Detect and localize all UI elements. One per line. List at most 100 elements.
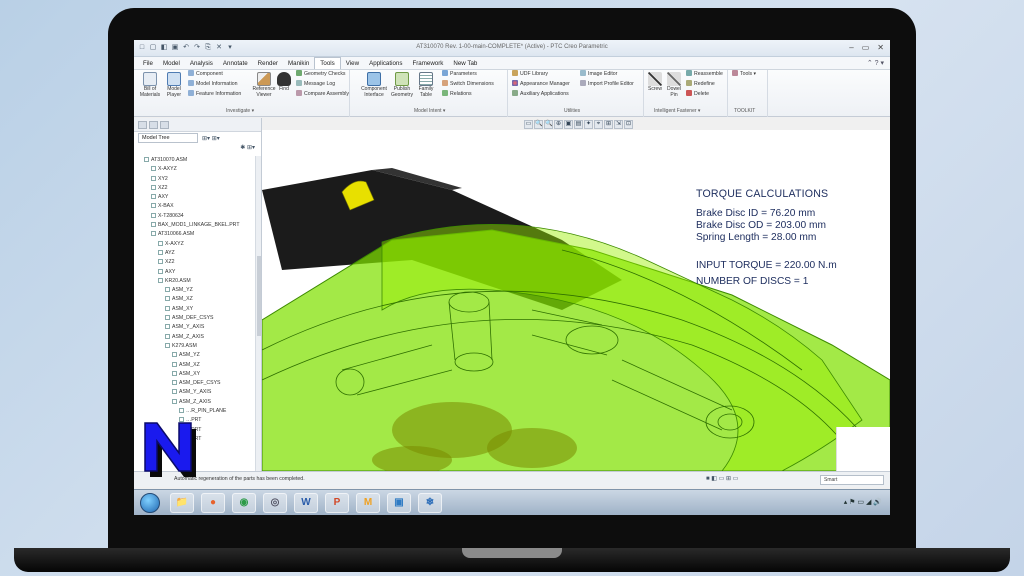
tree-item[interactable]: ASM_XZ	[134, 361, 256, 370]
taskbar-powerpoint-button[interactable]: P	[325, 493, 349, 513]
tree-item[interactable]: X-AXYZ	[134, 165, 256, 174]
appearance-manager-button[interactable]: Appearance Manager	[512, 80, 570, 89]
screw-button[interactable]: Screw	[646, 70, 664, 93]
family-table-button[interactable]: Family Table	[414, 70, 438, 98]
geometry-checks-button[interactable]: Geometry Checks	[296, 70, 346, 79]
intelligent-fastener-group-label[interactable]: Intelligent Fastener ▾	[654, 108, 700, 114]
component-info-button[interactable]: Component	[188, 70, 223, 79]
view-toolbar-button[interactable]: 🔍	[544, 120, 553, 129]
taskbar-creo-button[interactable]: ❄	[418, 493, 442, 513]
switch-dimensions-button[interactable]: Switch Dimensions	[442, 80, 494, 89]
tree-selector[interactable]: Model Tree	[138, 133, 198, 143]
tree-item[interactable]: XY2	[134, 175, 256, 184]
tree-item[interactable]: AXY	[134, 193, 256, 202]
dowel-pin-button[interactable]: Dowel Pin	[664, 70, 684, 98]
message-log-button[interactable]: Message Log	[296, 80, 335, 89]
start-button[interactable]	[140, 493, 160, 513]
view-toolbar-button[interactable]: ⊡	[624, 120, 633, 129]
investigate-group-label[interactable]: Investigate ▾	[226, 108, 254, 114]
tree-item[interactable]: ASM_Y_AXIS	[134, 323, 256, 332]
tree-item[interactable]: X-BAX	[134, 202, 256, 211]
tree-item[interactable]: XZ2	[134, 258, 256, 267]
tab-manikin[interactable]: Manikin	[283, 57, 314, 70]
taskbar-screen-button[interactable]: ▣	[387, 493, 411, 513]
tab-favorites[interactable]	[160, 121, 169, 129]
model-player-button[interactable]: Model Player	[162, 70, 186, 98]
scroll-thumb[interactable]	[257, 256, 261, 336]
auxiliary-applications-button[interactable]: Auxiliary Applications	[512, 90, 569, 99]
publish-geometry-button[interactable]: Publish Geometry	[390, 70, 414, 98]
toolkit-tools-button[interactable]: Tools ▾	[732, 70, 756, 79]
relations-button[interactable]: Relations	[442, 90, 472, 99]
taskbar-explorer-button[interactable]: 📁	[170, 493, 194, 513]
feature-information-button[interactable]: Feature Information	[188, 90, 241, 99]
tree-item[interactable]: AT310070.ASM	[134, 156, 256, 165]
view-toolbar-button[interactable]: ⊕	[554, 120, 563, 129]
view-toolbar-button[interactable]: 🔍	[534, 120, 543, 129]
view-toolbar-button[interactable]: ▭	[524, 120, 533, 129]
reference-viewer-button[interactable]: Reference Viewer	[252, 70, 276, 98]
tab-tools[interactable]: Tools	[314, 57, 341, 69]
close-button[interactable]: ✕	[877, 42, 884, 53]
tree-item[interactable]: XZ2	[134, 184, 256, 193]
find-button[interactable]: Find	[276, 70, 292, 93]
tree-item[interactable]: …R_PIN_PLANE	[134, 407, 256, 416]
delete-button[interactable]: Delete	[686, 90, 709, 99]
tree-item[interactable]: ASM_DEF_CSYS	[134, 379, 256, 388]
taskbar-binoculars-button[interactable]: ◎	[263, 493, 287, 513]
view-toolbar-button[interactable]: ▣	[564, 120, 573, 129]
tree-item[interactable]: ASM_Z_AXIS	[134, 398, 256, 407]
tab-folder-browser[interactable]	[149, 121, 158, 129]
taskbar-chrome-button[interactable]: ◉	[232, 493, 256, 513]
tab-model[interactable]: Model	[158, 57, 185, 70]
tree-item[interactable]: ASM_XY	[134, 370, 256, 379]
tree-item[interactable]: ASM_DEF_CSYS	[134, 314, 256, 323]
view-toolbar-button[interactable]: ⊞	[604, 120, 613, 129]
tab-framework[interactable]: Framework	[407, 57, 448, 70]
parameters-button[interactable]: Parameters	[442, 70, 477, 79]
model-intent-group-label[interactable]: Model Intent ▾	[414, 108, 445, 114]
tab-annotate[interactable]: Annotate	[218, 57, 253, 70]
graphics-viewport[interactable]: TORQUE CALCULATIONS Brake Disc ID = 76.2…	[262, 130, 890, 471]
tab-model-tree[interactable]	[138, 121, 147, 129]
view-toolbar-button[interactable]: ✦	[584, 120, 593, 129]
tab-render[interactable]: Render	[253, 57, 283, 70]
view-toolbar-button[interactable]: ▤	[574, 120, 583, 129]
component-interface-button[interactable]: Component Interface	[360, 70, 388, 98]
model-information-button[interactable]: Model Information	[188, 80, 238, 89]
help-icons[interactable]: ⌃ ? ▾	[867, 59, 884, 67]
tree-item[interactable]: AYZ	[134, 249, 256, 258]
redefine-button[interactable]: Redefine	[686, 80, 715, 89]
image-editor-button[interactable]: Image Editor	[580, 70, 617, 79]
tree-item[interactable]: BAX_MOD1_LINKAGE_BKEL.PRT	[134, 221, 256, 230]
tree-item[interactable]: ASM_YZ	[134, 286, 256, 295]
tree-item[interactable]: ASM_YZ	[134, 351, 256, 360]
bill-of-materials-button[interactable]: Bill of Materials	[138, 70, 162, 98]
tree-item[interactable]: ASM_XY	[134, 305, 256, 314]
view-toolbar-button[interactable]: ⌖	[594, 120, 603, 129]
minimize-button[interactable]: –	[849, 42, 853, 53]
tree-item[interactable]: AXY	[134, 268, 256, 277]
tab-new-tab[interactable]: New Tab	[448, 57, 482, 70]
status-icons[interactable]: ■ ◧ ▭ ⊞ ▭	[706, 475, 738, 482]
tab-view[interactable]: View	[341, 57, 364, 70]
tree-item[interactable]: ASM_Z_AXIS	[134, 333, 256, 342]
system-tray[interactable]: ▴ ⚑ ▭ ◢ 🔊	[844, 498, 882, 506]
tree-filters[interactable]: ✱ ⊞▾	[134, 144, 261, 154]
compare-assembly-button[interactable]: Compare Assembly	[296, 90, 349, 99]
tab-analysis[interactable]: Analysis	[185, 57, 218, 70]
taskbar-firefox-button[interactable]: ●	[201, 493, 225, 513]
tab-file[interactable]: File	[138, 57, 158, 70]
reassemble-button[interactable]: Reassemble	[686, 70, 723, 79]
taskbar-word-button[interactable]: W	[294, 493, 318, 513]
tree-settings[interactable]: ⊞▾ ⊞▾	[202, 135, 220, 142]
tab-applications[interactable]: Applications	[364, 57, 407, 70]
maximize-button[interactable]: ▭	[862, 42, 870, 53]
import-profile-editor-button[interactable]: Import Profile Editor	[580, 80, 634, 89]
udf-library-button[interactable]: UDF Library	[512, 70, 548, 79]
tree-item[interactable]: AT310066.ASM	[134, 230, 256, 239]
tree-item[interactable]: KR20.ASM	[134, 277, 256, 286]
tree-item[interactable]: K279.ASM	[134, 342, 256, 351]
tree-scrollbar[interactable]	[255, 156, 261, 471]
tree-item[interactable]: ASM_XZ	[134, 295, 256, 304]
